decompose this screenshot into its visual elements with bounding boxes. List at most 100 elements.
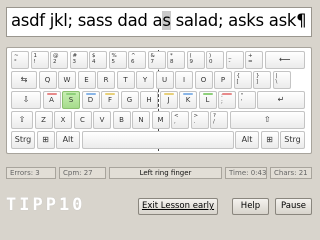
key-v: V — [93, 111, 111, 129]
key-enter-label: ↵ — [277, 95, 285, 104]
key-sym: ? / — [210, 111, 228, 129]
help-button[interactable]: Help — [232, 198, 269, 215]
key-x-label: X — [60, 116, 66, 124]
key-f-label: F — [107, 96, 113, 104]
home-key-marker — [163, 93, 174, 95]
home-key-marker — [105, 93, 115, 95]
home-key-marker — [202, 93, 213, 95]
key-t: T — [116, 71, 135, 89]
key-7: & 7 — [147, 51, 166, 69]
status-bar: Errors: 3 Cpm: 27 Left ring finger Time:… — [6, 167, 312, 179]
key-l-label: L — [205, 96, 210, 104]
key-j: J — [159, 91, 178, 109]
key-windows-left-label: ⊞ — [42, 135, 49, 144]
key-s: S — [62, 91, 80, 109]
key-windows-right-label: ⊞ — [266, 135, 273, 144]
key-shift-left: ⇧ — [11, 111, 33, 129]
key-e: E — [77, 71, 96, 89]
key-8: * 8 — [167, 51, 185, 69]
key-6-label: ^ 6 — [131, 53, 136, 65]
key-ctrl-left: Strg — [11, 131, 35, 149]
pause-button[interactable]: Pause — [275, 198, 312, 215]
key-3-label: # 3 — [72, 53, 78, 65]
key-capslock: ⇩ — [11, 91, 41, 109]
key-t-label: T — [123, 76, 128, 84]
key-ctrl-right: Strg — [280, 131, 305, 149]
key-r: R — [97, 71, 115, 89]
key-w: W — [58, 71, 76, 89]
cpm-counter: Cpm: 27 — [59, 167, 106, 179]
finger-hint: Left ring finger — [109, 167, 222, 179]
key-shift-left-label: ⇧ — [18, 115, 26, 124]
key-capslock-label: ⇩ — [22, 95, 30, 104]
home-key-marker — [85, 93, 96, 95]
key-q: Q — [38, 71, 57, 89]
key-o-label: O — [200, 76, 207, 84]
typed-text: asdf jkl; sass dad a — [11, 11, 163, 30]
key-sym-label: } ] — [256, 73, 260, 85]
key-a: A — [42, 91, 61, 109]
key-u: U — [155, 71, 174, 89]
key-ctrl-left-label: Strg — [14, 135, 32, 144]
key-windows-left: ⊞ — [36, 131, 55, 149]
key-h-label: H — [146, 96, 152, 104]
key-y-label: Y — [142, 76, 148, 84]
key-sym: | \ — [272, 71, 291, 89]
key-sym: ~ ° — [11, 51, 29, 69]
key-altgr-label: Alt — [241, 135, 253, 144]
key-i-label: I — [182, 76, 186, 84]
key-sym-label: + = — [248, 53, 253, 65]
key-m: M — [151, 111, 170, 129]
key-c-label: C — [80, 116, 85, 124]
key-enter: ↵ — [257, 91, 305, 109]
key-0: ) 0 — [206, 51, 224, 69]
key-m-label: M — [157, 116, 164, 124]
key-sym-label: > . — [193, 113, 199, 125]
key-sym: : ; — [218, 91, 236, 109]
key-5-label: % 5 — [111, 53, 117, 65]
key-h: H — [140, 91, 158, 109]
key-sym-label: | \ — [275, 73, 278, 85]
exit-lesson-early-button[interactable]: Exit Lesson early — [138, 198, 218, 215]
home-key-marker — [66, 93, 76, 95]
key-4: $ 4 — [89, 51, 107, 69]
key-tab-label: ⇆ — [20, 75, 28, 84]
key-z-label: Z — [41, 116, 46, 124]
key-j-label: J — [167, 96, 170, 104]
key-sym: 1 ! — [30, 51, 49, 69]
key-k: K — [179, 91, 197, 109]
home-key-marker — [183, 93, 193, 95]
key-9: ( 9 — [186, 51, 205, 69]
key-ctrl-right-label: Strg — [284, 135, 301, 144]
key-tab: ⇆ — [11, 71, 37, 89]
key-5: % 5 — [108, 51, 127, 69]
key-sym: { [ — [233, 71, 252, 89]
key-w-label: W — [63, 76, 71, 84]
key-sym-label: " ' — [240, 93, 244, 105]
key-u-label: U — [161, 76, 168, 84]
key-q-label: Q — [44, 76, 51, 84]
key-e-label: E — [84, 76, 89, 84]
key-6: ^ 6 — [128, 51, 146, 69]
key-r-label: R — [103, 76, 109, 84]
key-space — [81, 131, 234, 149]
key-p-label: P — [220, 76, 226, 84]
key-backspace: ⟵ — [264, 51, 305, 69]
key-8-label: * 8 — [170, 53, 174, 65]
key-n-label: N — [138, 116, 144, 124]
key-i: I — [175, 71, 193, 89]
key-sym: } ] — [253, 71, 271, 89]
help-button-label: Help — [240, 201, 261, 211]
virtual-keyboard: ~ ° 1 ! @ 2 # 3 $ 4 % 5 ^ 6 & 7 * 8 ( 9 ) 0 _ - + = ⟵… — [6, 47, 312, 154]
key-alt-label: Alt — [62, 135, 74, 144]
home-key-marker — [46, 93, 57, 95]
key-shift-right: ⇧ — [229, 111, 305, 129]
current-character: s — [162, 11, 171, 30]
key-sym-label: _ - — [228, 53, 232, 65]
key-windows-right: ⊞ — [260, 131, 279, 149]
key-b-label: B — [119, 116, 124, 124]
key-9-label: ( 9 — [189, 53, 194, 65]
key-2: @ 2 — [50, 51, 68, 69]
key-sym-label: ~ ° — [14, 53, 19, 65]
key-n: N — [132, 111, 150, 129]
